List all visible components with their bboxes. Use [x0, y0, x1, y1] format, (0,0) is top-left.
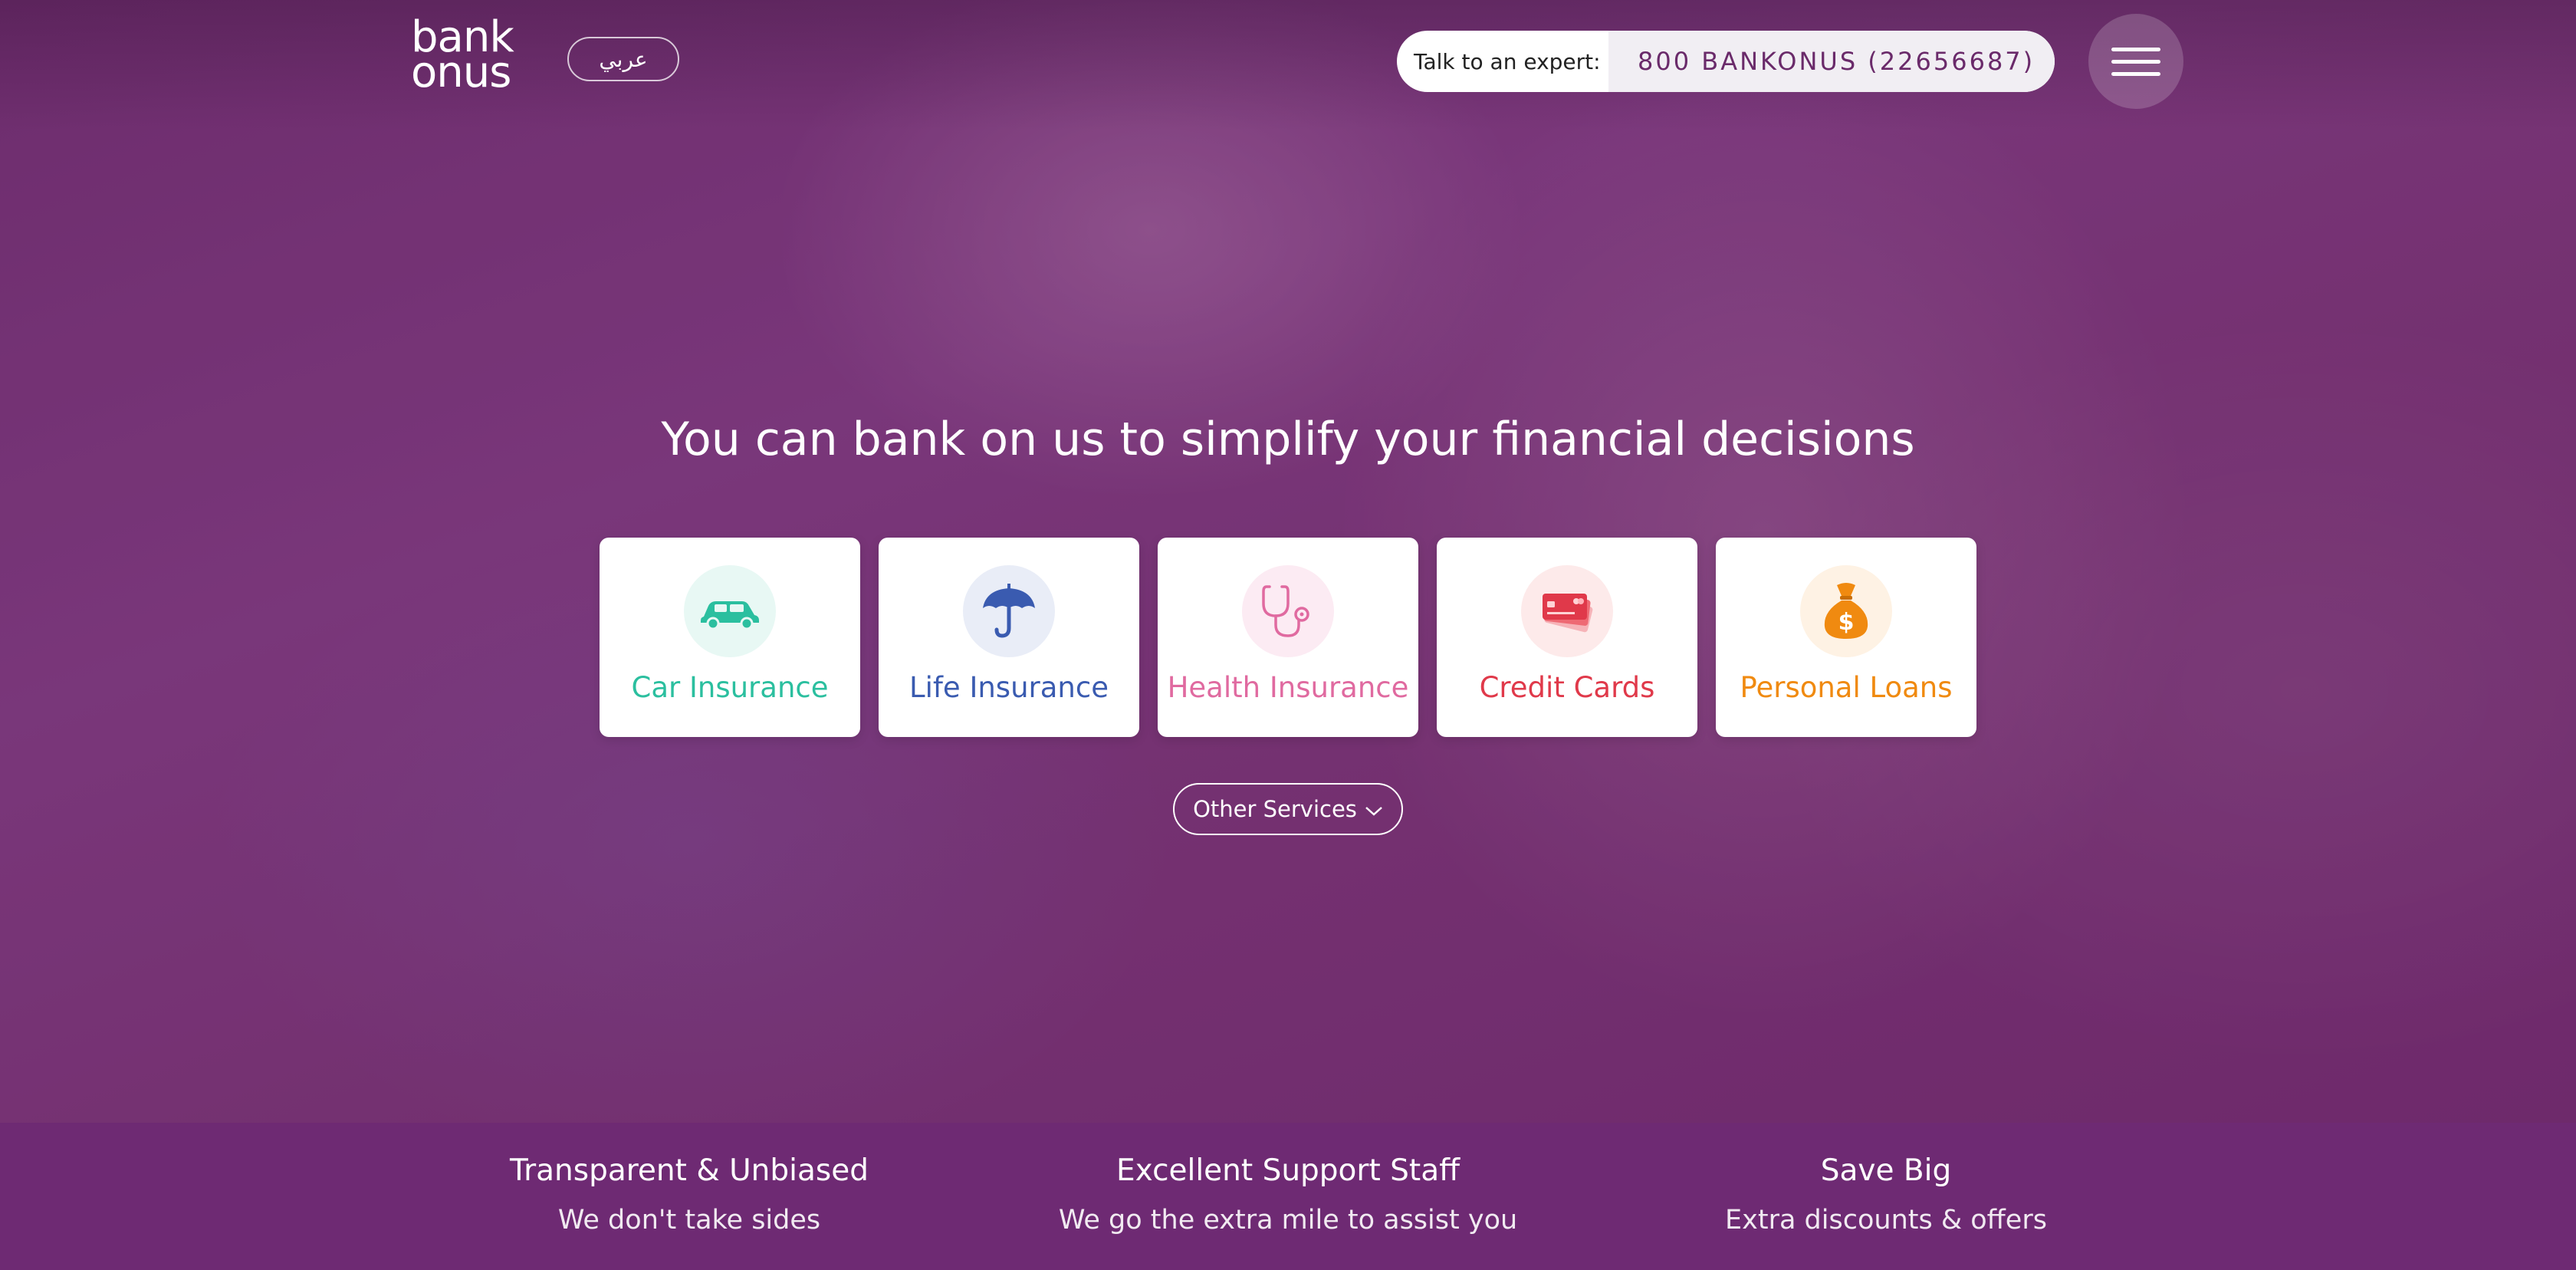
product-label: Personal Loans	[1740, 671, 1953, 704]
money-bag-icon: $	[1800, 565, 1892, 657]
product-card-health-insurance[interactable]: Health Insurance	[1158, 538, 1418, 737]
product-card-personal-loans[interactable]: $ Personal Loans	[1716, 538, 1976, 737]
product-label: Health Insurance	[1167, 671, 1409, 704]
expert-phone-number[interactable]: 800 BANKONUS (22656687)	[1608, 31, 2055, 92]
feature-subtitle: Extra discounts & offers	[1725, 1205, 2047, 1235]
feature-subtitle: We don't take sides	[557, 1205, 821, 1235]
other-services-button[interactable]: Other Services	[1173, 783, 1403, 835]
menu-bar	[2111, 59, 2160, 64]
logo-line-2: onus	[411, 48, 511, 97]
car-icon	[684, 565, 776, 657]
feature-title: Excellent Support Staff	[1116, 1153, 1460, 1188]
svg-text:$: $	[1838, 609, 1855, 636]
product-card-life-insurance[interactable]: Life Insurance	[879, 538, 1139, 737]
chevron-down-icon	[1365, 796, 1383, 822]
topbar-shade	[0, 0, 2576, 130]
product-cards: Car Insurance Life Insurance Health Insu…	[600, 538, 1976, 737]
feature-transparent: Transparent & Unbiased We don't take sid…	[421, 1153, 958, 1235]
product-label: Life Insurance	[909, 671, 1109, 704]
hero-headline: You can bank on us to simplify your fina…	[661, 413, 1915, 466]
product-label: Credit Cards	[1479, 671, 1655, 704]
product-card-car-insurance[interactable]: Car Insurance	[600, 538, 860, 737]
expert-label: Talk to an expert:	[1414, 48, 1601, 74]
stethoscope-icon	[1242, 565, 1334, 657]
logo[interactable]: bank onus	[411, 16, 534, 97]
feature-title: Save Big	[1820, 1153, 1952, 1188]
feature-save-big: Save Big Extra discounts & offers	[1618, 1153, 2154, 1235]
umbrella-icon	[963, 565, 1055, 657]
feature-support: Excellent Support Staff We go the extra …	[1020, 1153, 1556, 1235]
product-card-credit-cards[interactable]: Credit Cards	[1437, 538, 1697, 737]
hamburger-icon[interactable]	[2088, 14, 2183, 109]
feature-title: Transparent & Unbiased	[510, 1153, 869, 1188]
product-label: Car Insurance	[631, 671, 829, 704]
other-services-label: Other Services	[1193, 796, 1357, 822]
menu-bar	[2111, 47, 2160, 51]
language-toggle-button[interactable]: عربي	[567, 37, 679, 81]
menu-bar	[2111, 71, 2160, 76]
talk-to-expert-box[interactable]: Talk to an expert: 800 BANKONUS (2265668…	[1397, 31, 2055, 92]
credit-card-icon	[1521, 565, 1613, 657]
feature-subtitle: We go the extra mile to assist you	[1058, 1205, 1518, 1235]
